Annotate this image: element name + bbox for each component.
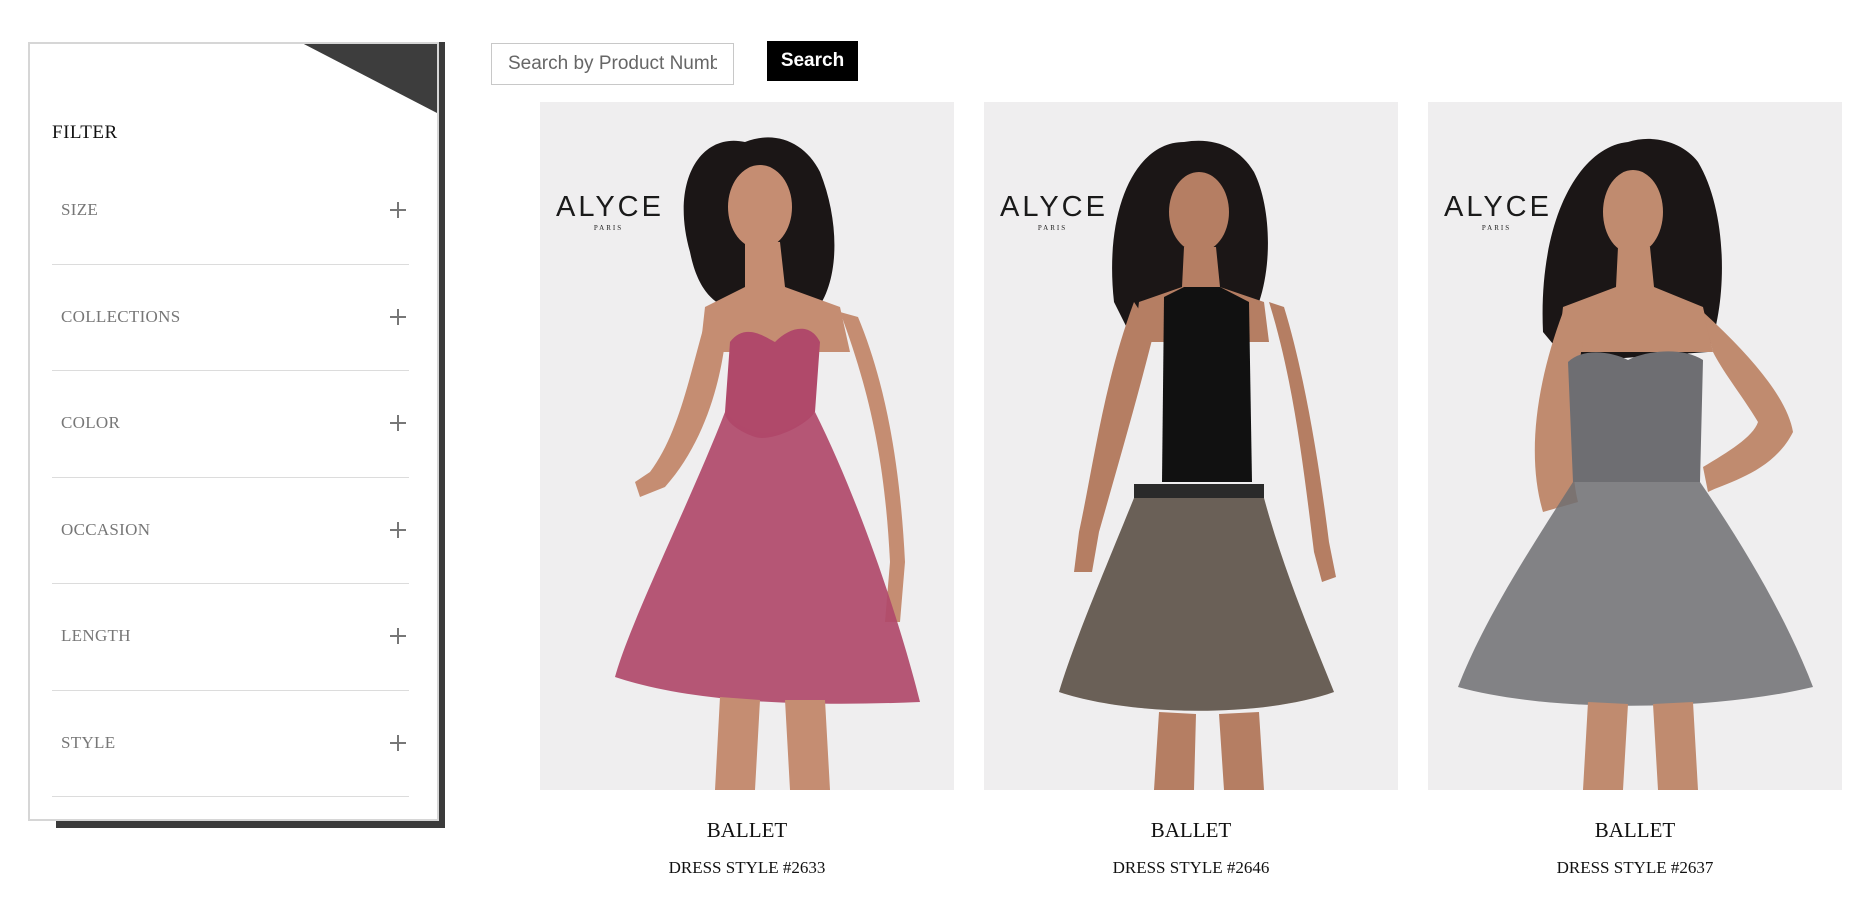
plus-icon[interactable] [390,521,406,538]
plus-icon[interactable] [390,734,406,751]
dress-skirt [1458,482,1813,706]
product-image[interactable]: ALYCE PARIS [540,102,954,790]
filter-item-label: STYLE [61,732,116,752]
plus-icon[interactable] [390,308,406,325]
product-card[interactable]: ALYCE PARIS BALLET DRESS STYLE #2633 [540,102,954,892]
product-card[interactable]: ALYCE PARIS BALLET DRESS STYLE #2646 [984,102,1398,892]
model-photo [1458,138,1813,790]
plus-icon[interactable] [390,415,406,431]
corner-fold-decoration [300,44,437,114]
product-image[interactable]: ALYCE PARIS [984,102,1398,790]
filter-item-label: COLLECTIONS [61,306,181,326]
product-name[interactable]: BALLET [984,818,1398,843]
product-card[interactable]: ALYCE PARIS BALLET DRESS STYLE #2637 [1428,102,1842,892]
search-button[interactable]: Search [767,41,858,81]
filter-item-label: SIZE [61,200,99,219]
plus-icon[interactable] [390,202,406,218]
filter-panel: FILTER SIZE COLLECTIONS COLOR OCCASION L… [28,42,439,821]
model-photo [1059,140,1336,790]
plus-icon[interactable] [390,628,406,644]
filter-item-length[interactable]: LENGTH [52,584,409,691]
filter-item-collections[interactable]: COLLECTIONS [52,265,409,371]
dress-bodice [1568,351,1703,482]
search-input[interactable] [491,43,734,85]
product-image[interactable]: ALYCE PARIS [1428,102,1842,790]
model-photo [615,137,920,790]
product-style: DRESS STYLE #2633 [668,858,826,877]
dress-skirt [1059,498,1334,711]
filter-item-size[interactable]: SIZE [52,158,409,265]
filter-list: SIZE COLLECTIONS COLOR OCCASION LENGTH S… [52,158,409,797]
dress-bodice [1162,287,1252,482]
filter-item-label: OCCASION [61,519,151,539]
product-style: DRESS STYLE #2637 [1556,858,1714,877]
product-style: DRESS STYLE #2646 [1112,858,1270,877]
filter-title: FILTER [52,122,118,143]
filter-item-style[interactable]: STYLE [52,691,409,797]
filter-item-label: COLOR [61,413,121,432]
filter-item-color[interactable]: COLOR [52,371,409,478]
product-name[interactable]: BALLET [1428,818,1842,843]
filter-item-label: LENGTH [61,626,131,645]
filter-item-occasion[interactable]: OCCASION [52,478,409,584]
product-name[interactable]: BALLET [540,818,954,843]
